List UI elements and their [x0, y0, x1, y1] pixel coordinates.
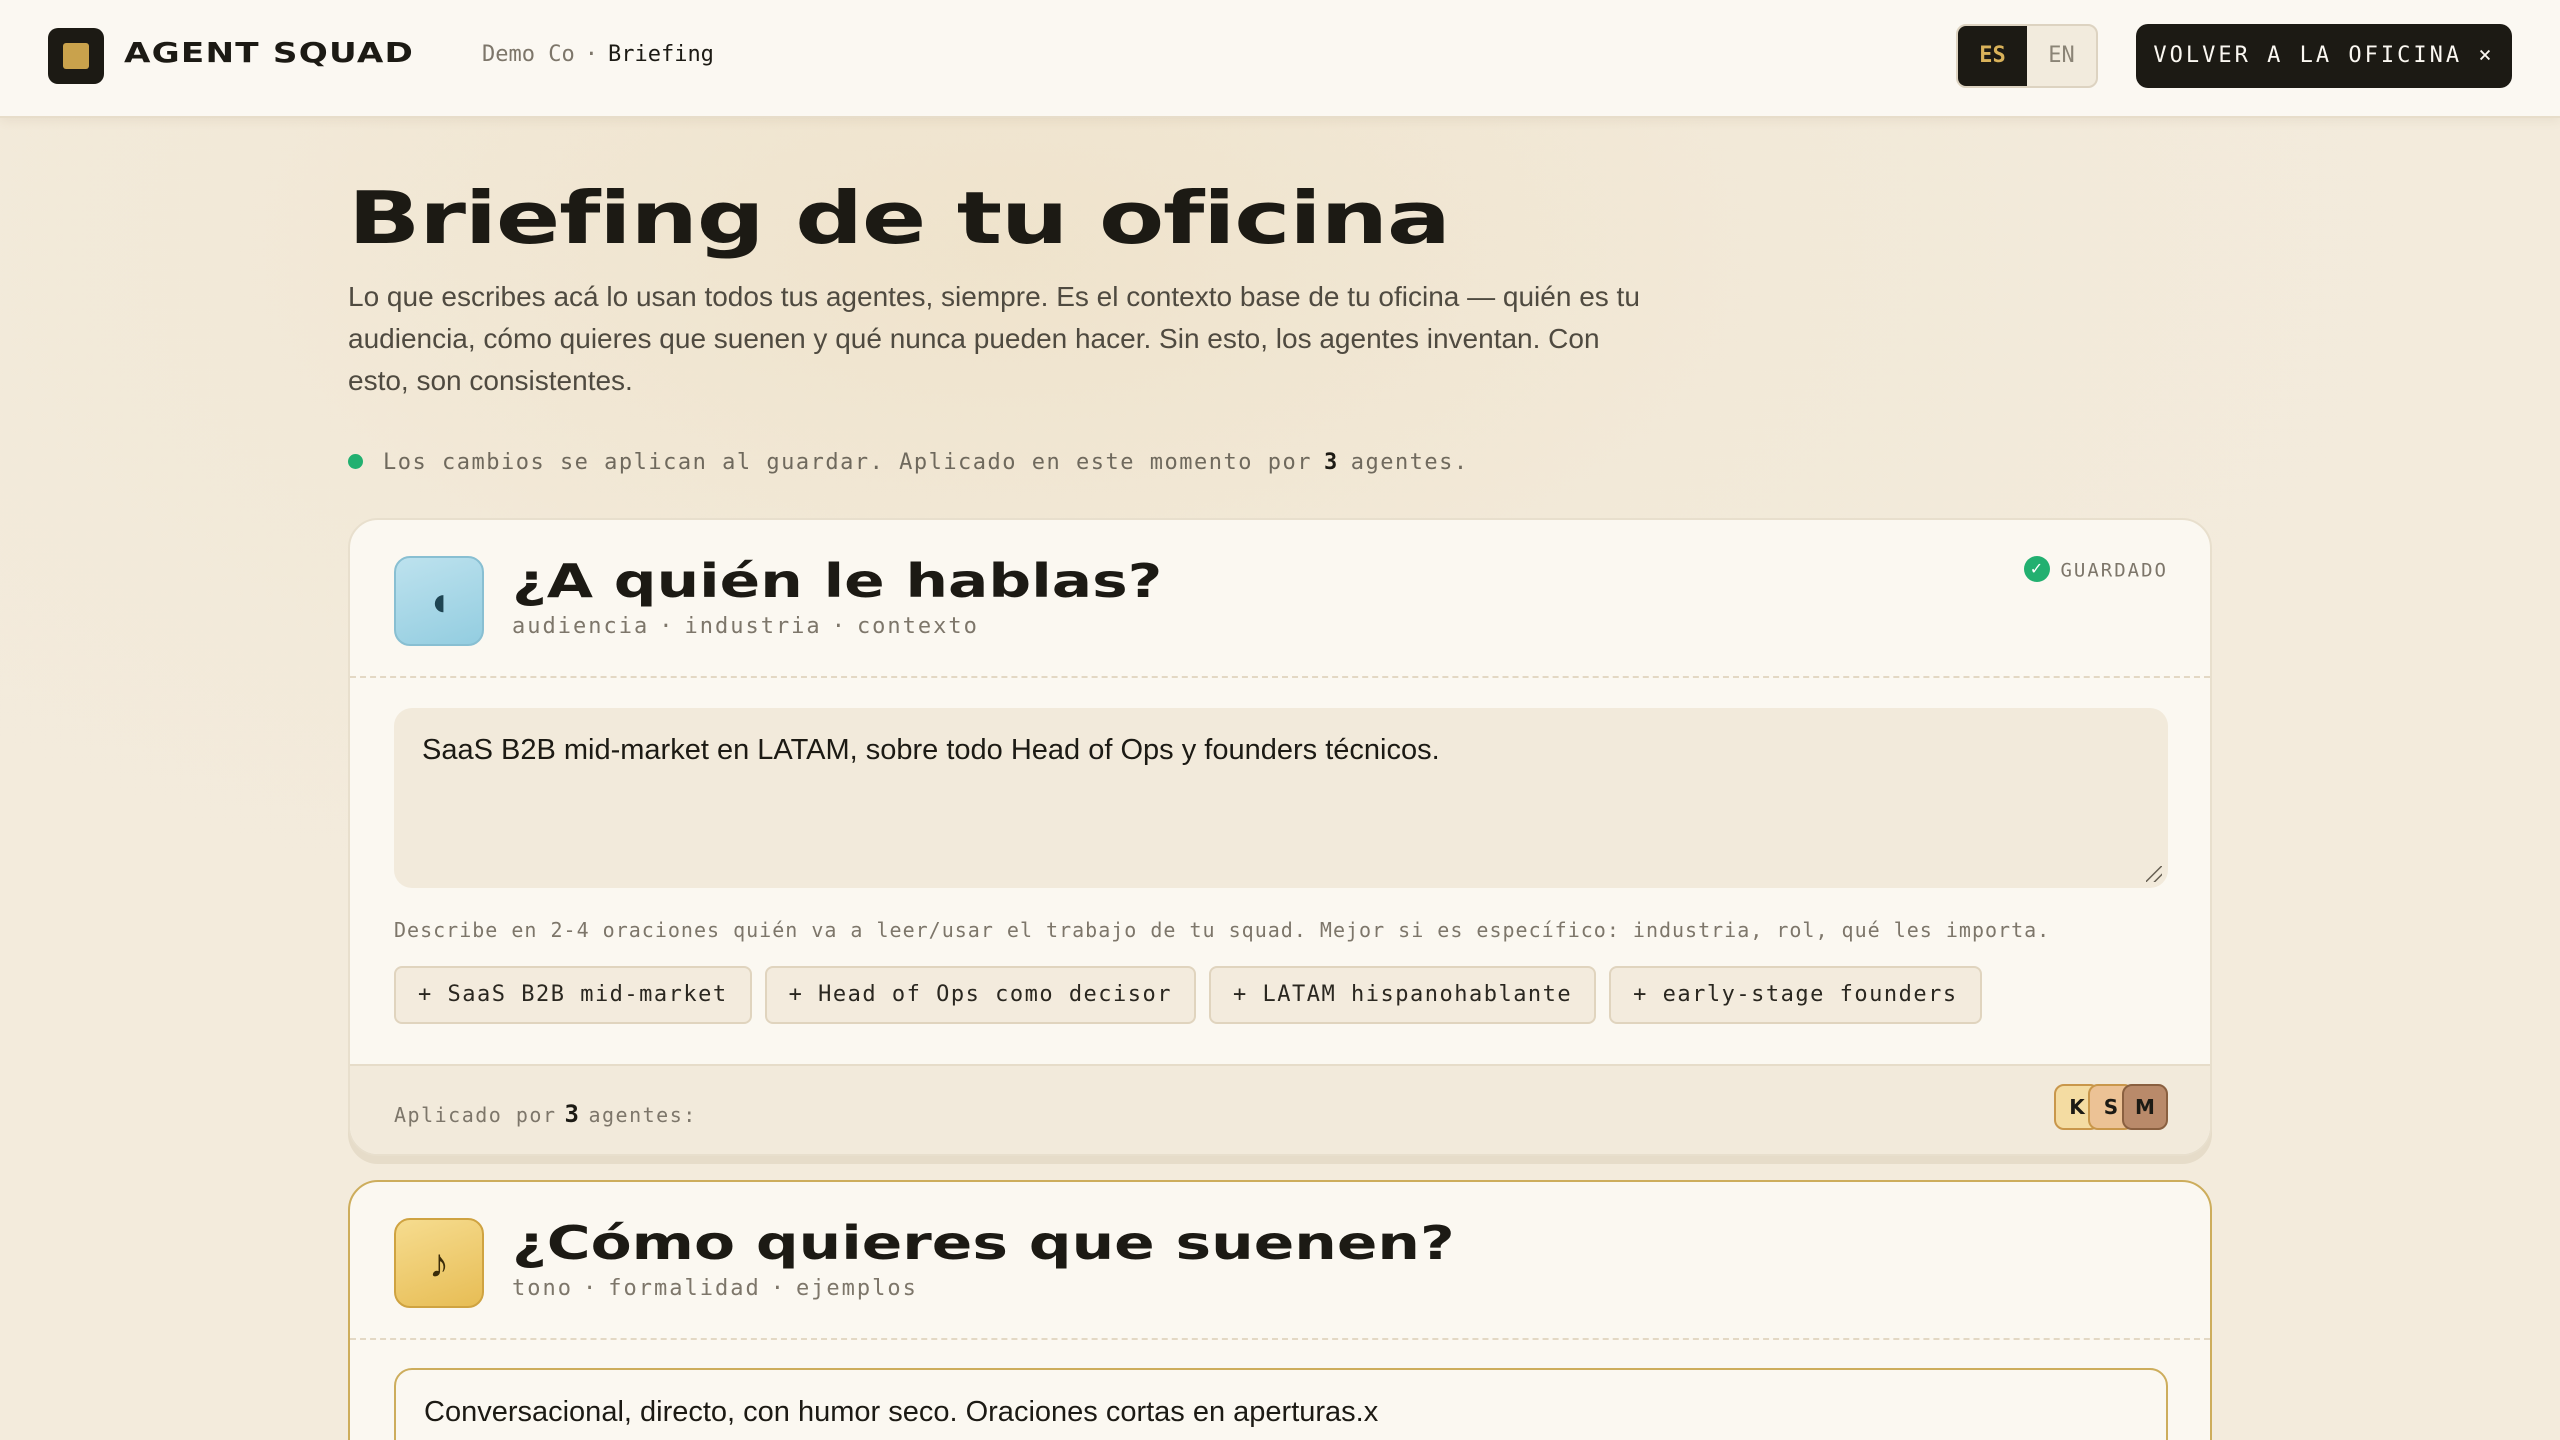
- tag: audiencia: [512, 614, 650, 639]
- moon-icon: ◖: [394, 556, 484, 646]
- tone-textarea[interactable]: Conversacional, directo, con humor seco.…: [394, 1368, 2168, 1440]
- check-icon: ✓: [2024, 556, 2051, 582]
- section-title: ¿A quién le hablas?: [512, 554, 1163, 608]
- tag: industria: [684, 614, 822, 639]
- status-prefix: Los cambios se aplican al guardar. Aplic…: [383, 450, 1312, 475]
- suggestion-chip[interactable]: + LATAM hispanohablante: [1209, 966, 1597, 1024]
- tag-separator: ·: [659, 614, 675, 639]
- avatar[interactable]: M: [2122, 1084, 2168, 1130]
- saved-status: ✓ GUARDADO: [2024, 556, 2168, 584]
- card-footer: Aplicado por 3 agentes: K S M: [350, 1064, 2210, 1154]
- section-title: ¿Cómo quieres que suenen?: [512, 1216, 1455, 1270]
- suggestion-chip[interactable]: + Head of Ops como decisor: [764, 966, 1197, 1024]
- top-bar: AGENT SQUAD Demo Co · Briefing ES EN VOLVE…: [0, 0, 2560, 118]
- suggestion-chip[interactable]: + early-stage founders: [1609, 966, 1982, 1024]
- lang-es-option[interactable]: ES: [1958, 26, 2027, 86]
- tag: contexto: [856, 614, 979, 639]
- apply-status: Los cambios se aplican al guardar. Aplic…: [348, 450, 1469, 475]
- lang-en-option[interactable]: EN: [2027, 26, 2096, 86]
- status-suffix: agentes.: [1350, 450, 1469, 475]
- breadcrumb-current: Briefing: [607, 42, 714, 67]
- tag-separator: ·: [582, 1276, 599, 1301]
- tone-textarea-value: Conversacional, directo, con humor seco.…: [424, 1396, 1379, 1428]
- page-title: Briefing de tu oficina: [348, 176, 1451, 260]
- breadcrumb: Demo Co · Briefing: [482, 42, 714, 67]
- section-tone: ♪ ¿Cómo quieres que suenen? tono · formali…: [348, 1180, 2212, 1440]
- breadcrumb-separator: ·: [584, 42, 598, 67]
- language-toggle: ES EN: [1956, 24, 2098, 88]
- resize-handle-icon[interactable]: [2146, 866, 2162, 882]
- field-hint: Describe en 2-4 oraciones quién va a lee…: [394, 918, 2051, 942]
- applied-by: Aplicado por 3 agentes:: [394, 1100, 697, 1128]
- brand-name: AGENT SQUAD: [124, 36, 415, 69]
- breadcrumb-company[interactable]: Demo Co: [482, 42, 575, 67]
- suggestion-chips: + SaaS B2B mid-market + Head of Ops como…: [394, 966, 1982, 1024]
- audience-textarea[interactable]: SaaS B2B mid-market en LATAM, sobre todo…: [394, 708, 2168, 888]
- tag-separator: ·: [831, 614, 847, 639]
- applied-count: 3: [564, 1100, 581, 1128]
- saved-label: GUARDADO: [2060, 559, 2168, 582]
- logo[interactable]: [48, 28, 104, 84]
- audience-textarea-value: SaaS B2B mid-market en LATAM, sobre todo…: [422, 734, 1440, 766]
- section-audience: ◖ ¿A quién le hablas? audiencia · industri…: [348, 518, 2212, 1156]
- agent-avatars: K S M: [2054, 1084, 2168, 1130]
- divider: [350, 676, 2210, 678]
- page-intro: Lo que escribes acá lo usan todos tus ag…: [348, 281, 1640, 396]
- logo-square-icon: [63, 43, 89, 69]
- divider: [350, 1338, 2210, 1340]
- status-dot-icon: [348, 453, 363, 469]
- applied-suffix: agentes:: [588, 1103, 697, 1127]
- tag-separator: ·: [770, 1276, 786, 1301]
- suggestion-chip[interactable]: + SaaS B2B mid-market: [394, 966, 752, 1024]
- tag: ejemplos: [795, 1276, 918, 1301]
- back-to-office-button[interactable]: VOLVER A LA OFICINA ×: [2136, 24, 2512, 88]
- section-tags: tono · formalidad · ejemplos: [512, 1276, 918, 1301]
- section-tags: audiencia · industria · contexto: [512, 614, 979, 639]
- status-count: 3: [1323, 450, 1339, 475]
- tag: formalidad: [608, 1276, 761, 1301]
- tag: tono: [512, 1276, 573, 1301]
- music-note-icon: ♪: [394, 1218, 484, 1308]
- applied-prefix: Aplicado por: [394, 1103, 557, 1127]
